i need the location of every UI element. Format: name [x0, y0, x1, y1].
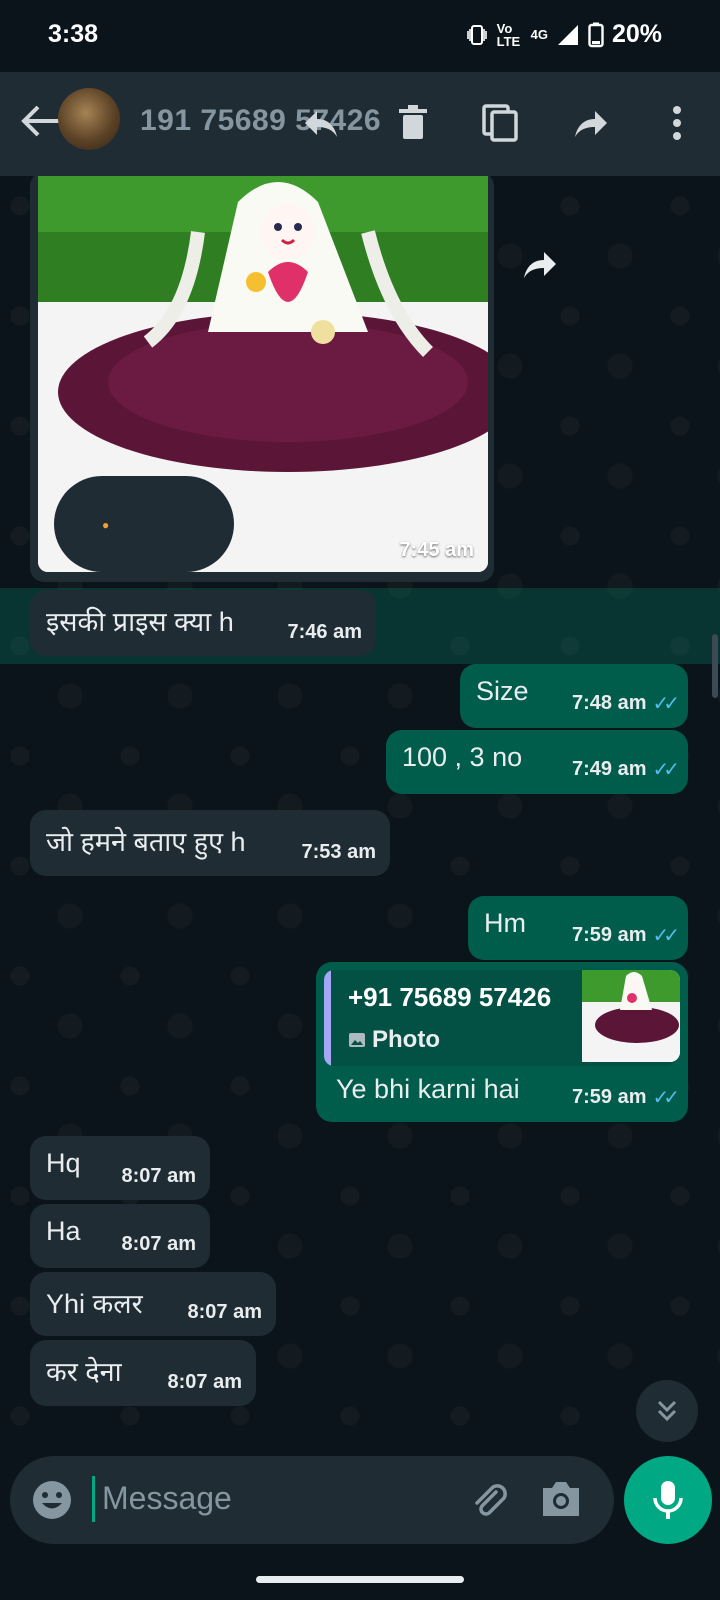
network-label: 4G — [530, 27, 548, 42]
battery-icon — [588, 22, 604, 47]
text-cursor — [92, 1476, 95, 1522]
image-message[interactable]: 7:45 am ● — [30, 176, 494, 582]
message-text: इसकी प्राइस क्या h — [46, 607, 234, 637]
quote-bar — [324, 970, 331, 1066]
message-outgoing[interactable]: Hm 7:59 am ✓✓ — [468, 896, 688, 960]
signal-icon — [557, 24, 578, 45]
scrollbar[interactable] — [712, 634, 718, 698]
forward-shortcut-icon[interactable] — [520, 240, 568, 288]
status-time: 3:38 — [48, 20, 99, 48]
message-meta: 7:46 am — [288, 621, 363, 644]
reply-message[interactable]: +91 75689 57426 Photo Ye bhi karni hai 7… — [316, 962, 688, 1122]
message-meta: 8:07 am — [188, 1301, 263, 1324]
forward-icon[interactable] — [568, 100, 614, 146]
message-meta: 8:07 am — [122, 1233, 197, 1256]
avatar[interactable] — [58, 88, 120, 150]
mic-button[interactable] — [624, 1456, 712, 1544]
photo-icon — [349, 1033, 365, 1047]
message-text: Ha — [46, 1216, 81, 1246]
copy-icon[interactable] — [478, 100, 524, 146]
message-text: Size — [476, 676, 529, 706]
read-ticks-icon: ✓✓ — [652, 925, 679, 947]
vibrate-icon — [466, 24, 487, 45]
message-incoming[interactable]: Ha 8:07 am — [30, 1204, 210, 1268]
message-text: Hm — [484, 908, 526, 938]
message-outgoing[interactable]: Size 7:48 am ✓✓ — [460, 664, 688, 728]
message-text: 100 , 3 no — [402, 742, 523, 772]
message-time: 7:49 am — [571, 758, 647, 780]
volte-label: Vo LTE — [496, 20, 521, 49]
quote-kind-label: Photo — [372, 1026, 440, 1053]
message-time: 7:46 am — [287, 621, 363, 643]
message-time: 8:07 am — [187, 1301, 263, 1323]
small-emoji-icon: ● — [102, 518, 110, 532]
message-meta: 7:59 am ✓✓ — [571, 1085, 680, 1110]
message-time: 8:07 am — [167, 1371, 243, 1393]
attach-icon[interactable] — [466, 1478, 510, 1522]
status-icons: Vo LTE 4G 20% — [465, 20, 662, 49]
status-bar: 3:38 Vo LTE 4G 20% — [0, 0, 720, 72]
message-time: 8:07 am — [121, 1165, 197, 1187]
message-meta: 8:07 am — [168, 1371, 243, 1394]
gesture-nav-bar[interactable] — [256, 1576, 464, 1583]
message-text: Yhi कलर — [46, 1289, 143, 1319]
message-time: 7:53 am — [301, 841, 377, 863]
quote-thumbnail — [582, 970, 680, 1062]
message-text: जो हमने बताए हुए h — [46, 827, 246, 857]
message-input[interactable]: Message — [102, 1480, 232, 1517]
battery-level: 20% — [611, 20, 662, 48]
message-text: Hq — [46, 1148, 81, 1178]
message-meta: 7:53 am — [302, 841, 377, 864]
camera-icon[interactable] — [538, 1478, 586, 1522]
image-time: 7:45 am — [399, 539, 475, 561]
message-time: 8:07 am — [121, 1233, 197, 1255]
message-incoming[interactable]: इसकी प्राइस क्या h 7:46 am — [30, 590, 376, 656]
chat-area[interactable]: 7:45 am ● इसकी प्राइस क्या h 7:46 am Siz… — [0, 176, 720, 1452]
message-meta: 7:48 am ✓✓ — [571, 691, 680, 716]
read-ticks-icon: ✓✓ — [652, 759, 679, 781]
message-incoming[interactable]: Hq 8:07 am — [30, 1136, 210, 1200]
reply-icon[interactable] — [298, 100, 344, 146]
more-vert-icon[interactable] — [654, 100, 700, 146]
scroll-down-button[interactable] — [636, 1380, 698, 1442]
message-outgoing[interactable]: 100 , 3 no 7:49 am ✓✓ — [386, 730, 688, 794]
message-incoming[interactable]: Yhi कलर 8:07 am — [30, 1272, 276, 1336]
message-text: कर देना — [46, 1357, 122, 1387]
contact-name[interactable]: 191 75689 57426 — [140, 104, 381, 138]
read-ticks-icon: ✓✓ — [652, 1087, 679, 1109]
delete-icon[interactable] — [390, 100, 436, 146]
mic-icon — [653, 1481, 683, 1519]
message-meta: 8:07 am — [122, 1165, 197, 1188]
message-meta: 7:49 am ✓✓ — [571, 757, 680, 782]
double-chevron-down-icon — [657, 1400, 677, 1422]
message-incoming[interactable]: जो हमने बताए हुए h 7:53 am — [30, 810, 390, 876]
message-text: Ye bhi karni hai — [336, 1074, 520, 1104]
message-meta: 7:59 am ✓✓ — [571, 923, 680, 948]
message-incoming[interactable]: कर देना 8:07 am — [30, 1340, 256, 1406]
quote-kind: Photo — [348, 1026, 440, 1054]
message-time: 7:59 am — [571, 924, 647, 946]
quote-sender: +91 75689 57426 — [348, 982, 552, 1012]
emoji-icon[interactable] — [30, 1478, 74, 1522]
message-time: 7:48 am — [571, 692, 647, 714]
message-time: 7:59 am — [571, 1086, 647, 1108]
caption-overlay: ● — [54, 476, 234, 572]
message-input-bar: Message — [10, 1456, 614, 1544]
app-bar: 191 75689 57426 — [0, 72, 720, 176]
read-ticks-icon: ✓✓ — [652, 693, 679, 715]
